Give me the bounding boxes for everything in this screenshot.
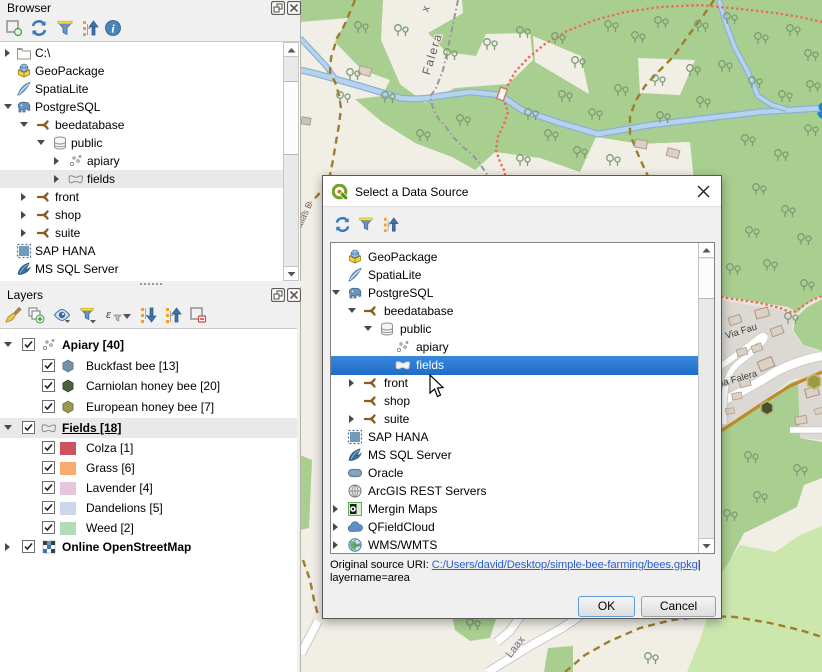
svg-text:ε: ε (106, 306, 112, 321)
